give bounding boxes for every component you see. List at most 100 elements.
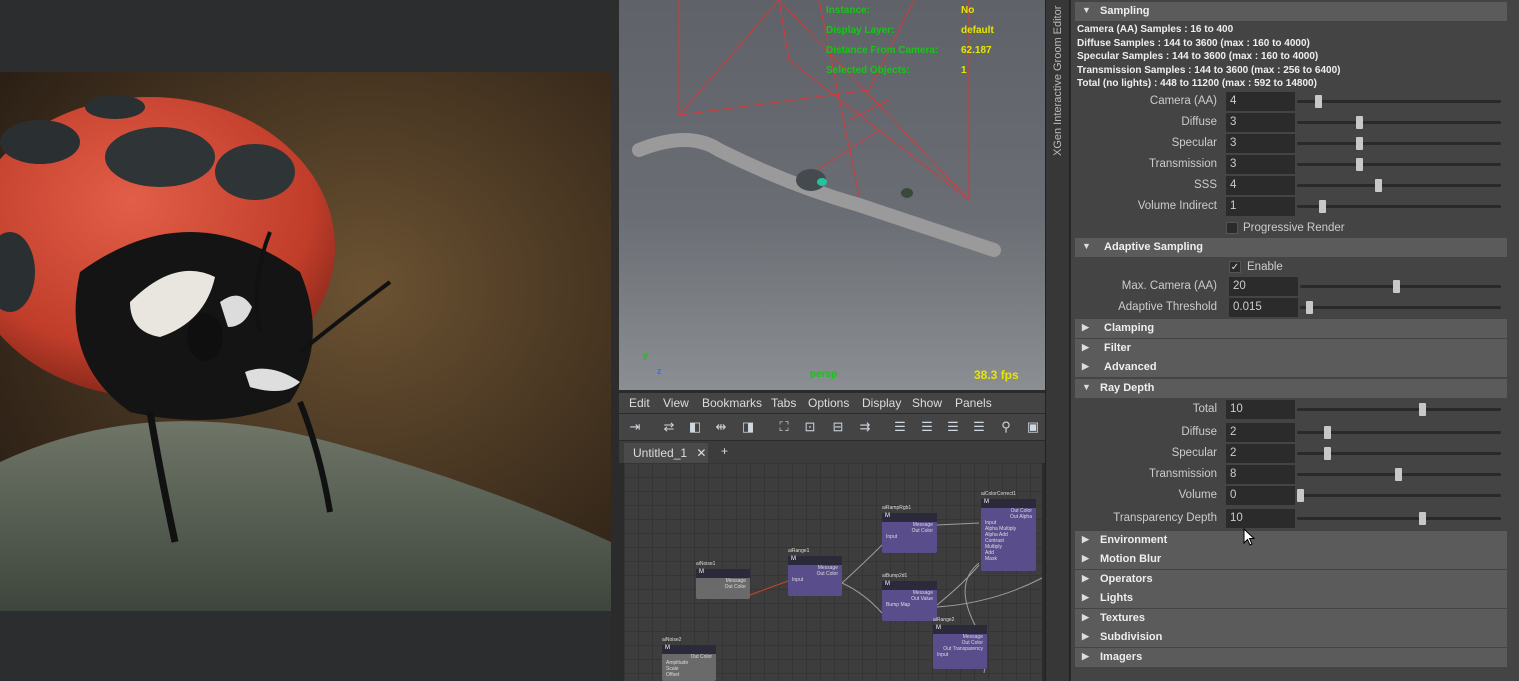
attribute-slider-handle[interactable]	[1355, 116, 1363, 129]
graph-settings-icon[interactable]: ▣	[1025, 419, 1041, 434]
add-tab-icon[interactable]: +	[721, 444, 728, 458]
section-textures[interactable]: ▶ Textures	[1075, 609, 1507, 628]
view-custom-icon[interactable]: ☰	[971, 419, 987, 434]
view-full-icon[interactable]: ☰	[945, 419, 961, 434]
node-airange2[interactable]: aiRange2 M Message Out Color Out Transpa…	[933, 617, 987, 669]
expanded-arrow-icon: ▼	[1082, 382, 1091, 392]
section-environment[interactable]: ▶ Environment	[1075, 531, 1507, 550]
node-port[interactable]: Input	[933, 652, 987, 658]
menu-options[interactable]: Options	[808, 396, 849, 410]
view-connected-icon[interactable]: ☰	[919, 419, 935, 434]
section-sampling[interactable]: ▼ Sampling	[1075, 2, 1507, 21]
search-icon[interactable]: ⚲	[998, 419, 1014, 434]
menu-display[interactable]: Display	[862, 396, 901, 410]
section-adaptive-sampling[interactable]: ▼ Adaptive Sampling	[1075, 238, 1507, 257]
layout-icon[interactable]: ⊟	[830, 419, 846, 434]
node-ainoise1[interactable]: aiNoise1 M Message Out Color	[696, 561, 750, 599]
menu-tabs[interactable]: Tabs	[771, 396, 796, 410]
attribute-slider-handle[interactable]	[1392, 280, 1400, 293]
attribute-slider-track[interactable]	[1300, 285, 1501, 288]
attribute-value-field[interactable]: 4	[1226, 92, 1295, 111]
output-connections-icon[interactable]: ◨	[740, 419, 756, 434]
attribute-slider-handle[interactable]	[1324, 426, 1332, 439]
menu-panels[interactable]: Panels	[955, 396, 992, 410]
attribute-value-field[interactable]: 10	[1226, 400, 1295, 419]
frame-selected-icon[interactable]: ⊡	[802, 419, 818, 434]
node-port[interactable]: Offset	[662, 672, 716, 678]
attribute-value-field[interactable]: 1	[1226, 197, 1295, 216]
attribute-slider-handle[interactable]	[1318, 200, 1326, 213]
node-aicolorcorrect1[interactable]: aiColorCorrect1 M Out Color Out Alpha In…	[981, 491, 1036, 571]
attribute-slider-handle[interactable]	[1324, 447, 1332, 460]
attribute-slider-handle[interactable]	[1305, 301, 1313, 314]
attribute-value-field[interactable]: 20	[1229, 277, 1298, 296]
attribute-value-field[interactable]: 3	[1226, 134, 1295, 153]
attribute-slider-track[interactable]	[1297, 163, 1501, 166]
attribute-slider-track[interactable]	[1297, 408, 1501, 411]
attribute-slider-handle[interactable]	[1418, 512, 1426, 525]
attribute-slider-handle[interactable]	[1375, 179, 1383, 192]
close-icon[interactable]: ✕	[696, 446, 706, 460]
node-graph[interactable]: aiNoise1 M Message Out Color aiRange1 M …	[624, 463, 1042, 681]
node-port[interactable]: Input	[882, 534, 937, 540]
attribute-slider-track[interactable]	[1297, 121, 1501, 124]
node-ainoise2[interactable]: aiNoise2 M Out Color Amplitude Scale Off…	[662, 637, 716, 681]
view-simple-icon[interactable]: ☰	[892, 419, 908, 434]
attribute-value-field[interactable]: 8	[1226, 465, 1295, 484]
menu-show[interactable]: Show	[912, 396, 942, 410]
attribute-slider-handle[interactable]	[1355, 137, 1363, 150]
attribute-slider-handle[interactable]	[1297, 489, 1304, 502]
hud-value: default	[961, 25, 994, 36]
node-port[interactable]: Out Color	[696, 584, 750, 590]
section-lights[interactable]: ▶ Lights	[1075, 589, 1507, 608]
attribute-slider-handle[interactable]	[1418, 403, 1426, 416]
section-imagers[interactable]: ▶ Imagers	[1075, 648, 1507, 667]
section-motion-blur[interactable]: ▶ Motion Blur	[1075, 550, 1507, 569]
attribute-slider-track[interactable]	[1300, 306, 1501, 309]
section-subdivision[interactable]: ▶ Subdivision	[1075, 628, 1507, 647]
input-connections-icon[interactable]: ◧	[687, 419, 703, 434]
attribute-slider-track[interactable]	[1297, 205, 1501, 208]
section-advanced[interactable]: ▶ Advanced	[1075, 358, 1507, 377]
section-filter[interactable]: ▶ Filter	[1075, 339, 1507, 358]
attribute-slider-handle[interactable]	[1355, 158, 1363, 171]
hud-value: 62.187	[961, 45, 992, 56]
xgen-side-tab[interactable]: XGen Interactive Groom Editor	[1045, 0, 1070, 681]
progressive-render-checkbox[interactable]	[1226, 222, 1238, 234]
arrange-icon[interactable]: ⇉	[857, 419, 873, 434]
section-operators[interactable]: ▶ Operators	[1075, 570, 1507, 589]
node-port[interactable]: Input	[788, 577, 842, 583]
node-airange1[interactable]: aiRange1 M Message Out Color Input	[788, 548, 842, 596]
attribute-value-field[interactable]: 3	[1226, 155, 1295, 174]
section-ray-depth[interactable]: ▼ Ray Depth	[1075, 379, 1507, 398]
attribute-value-field[interactable]: 3	[1226, 113, 1295, 132]
attribute-value-field[interactable]: 2	[1226, 423, 1295, 442]
in-out-connections-icon[interactable]: ⇹	[713, 419, 729, 434]
node-airamprgb1[interactable]: aiRampRgb1 M Message Out Color Input	[882, 505, 937, 553]
attribute-slider-track[interactable]	[1297, 100, 1501, 103]
attribute-value-field[interactable]: 2	[1226, 444, 1295, 463]
attribute-slider-track[interactable]	[1297, 142, 1501, 145]
menu-view[interactable]: View	[663, 396, 689, 410]
attribute-slider-track[interactable]	[1297, 184, 1501, 187]
attribute-value-field[interactable]: 0.015	[1229, 298, 1298, 317]
frame-all-icon[interactable]: ⛶	[776, 419, 792, 434]
node-port[interactable]: Mask	[981, 556, 1036, 562]
tab-untitled-1[interactable]: Untitled_1 ✕	[624, 443, 708, 463]
attribute-value-field[interactable]: 0	[1226, 486, 1295, 505]
attribute-slider-handle[interactable]	[1395, 468, 1402, 481]
swap-icon[interactable]: ⇄	[661, 419, 677, 434]
menu-edit[interactable]: Edit	[629, 396, 650, 410]
3d-viewport[interactable]: Instance: No Display Layer: default Dist…	[611, 0, 1045, 390]
attribute-value-field[interactable]: 4	[1226, 176, 1295, 195]
graph-input-icon[interactable]: ⇥	[627, 419, 643, 434]
enable-checkbox[interactable]: ✓	[1229, 261, 1241, 273]
node-aibump2d1[interactable]: aiBump2d1 M Message Out Value Bump Map	[882, 573, 937, 621]
section-clamping[interactable]: ▶ Clamping	[1075, 319, 1507, 338]
attribute-value-field[interactable]: 10	[1226, 509, 1295, 528]
attribute-slider-track[interactable]	[1297, 517, 1501, 520]
attribute-slider-track[interactable]	[1297, 494, 1501, 497]
attribute-slider-handle[interactable]	[1314, 95, 1322, 108]
menu-bookmarks[interactable]: Bookmarks	[702, 396, 762, 410]
node-port[interactable]: Bump Map	[882, 602, 937, 608]
